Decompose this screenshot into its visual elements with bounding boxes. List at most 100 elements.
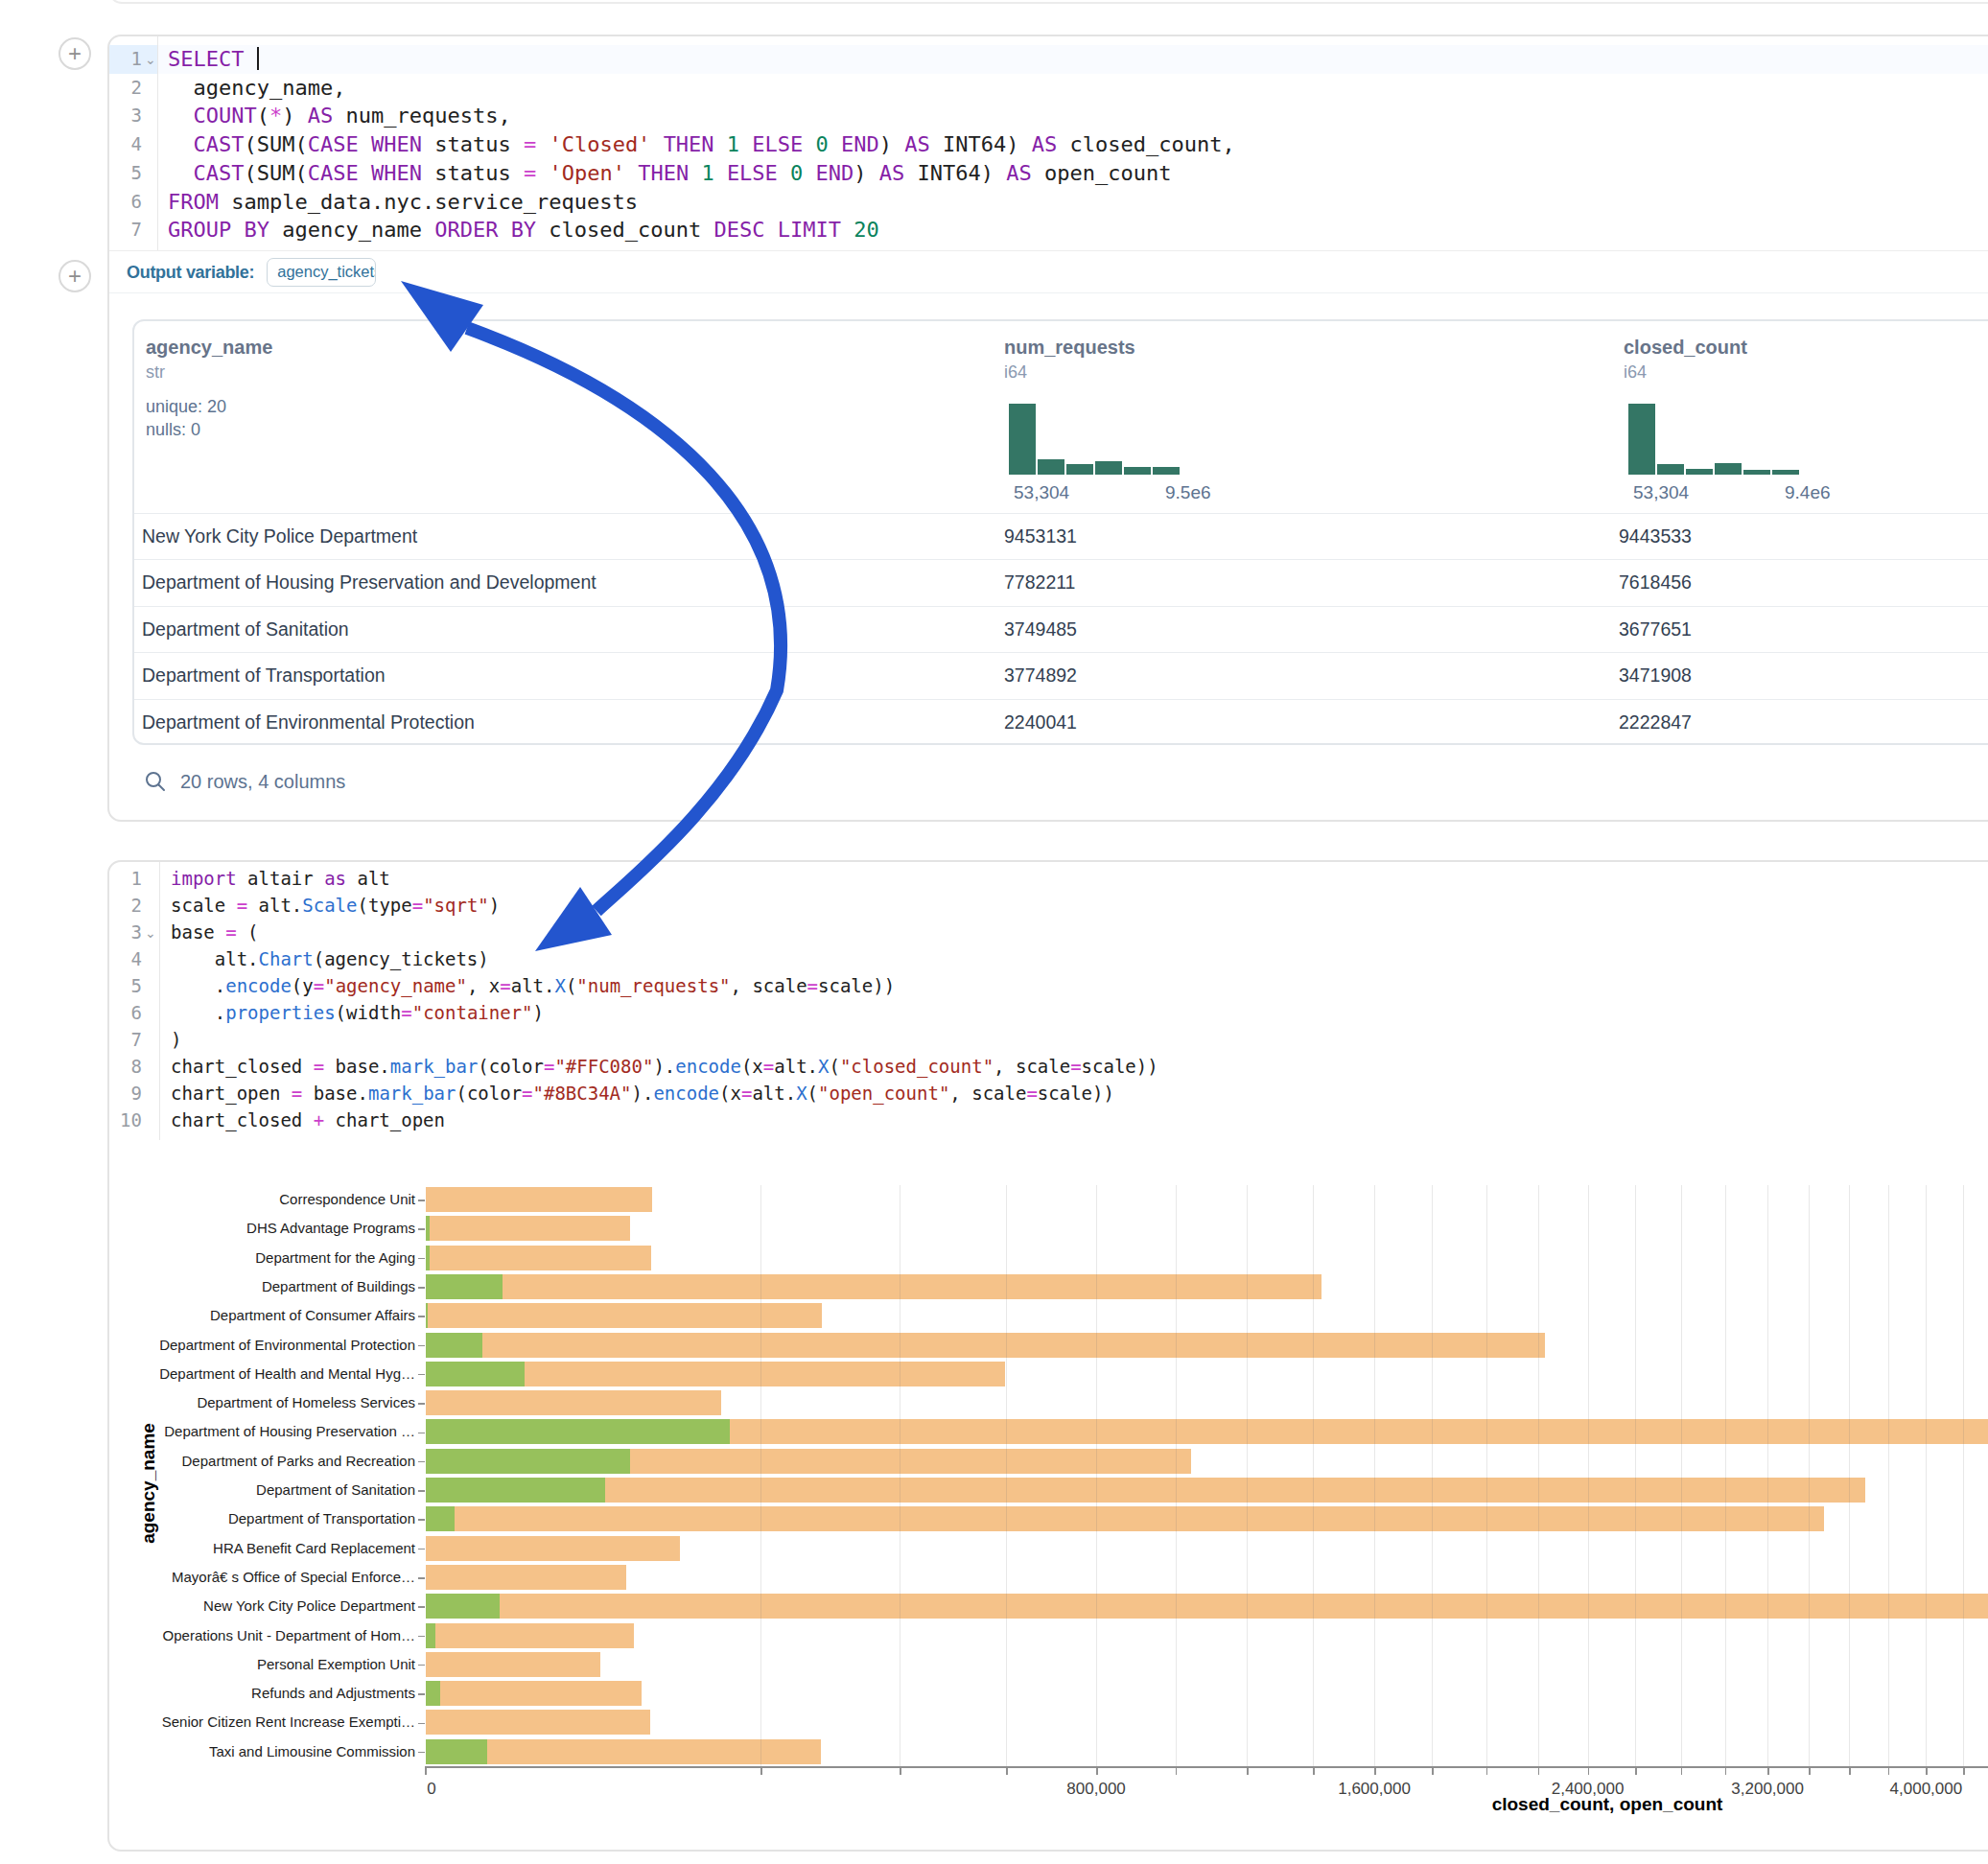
- table-cell: 3471908: [1619, 653, 1692, 698]
- column-header-agency_name[interactable]: agency_name: [146, 337, 272, 359]
- code-line-7[interactable]: 7): [109, 1026, 1988, 1053]
- bar-open-count: [426, 1478, 605, 1503]
- x-axis-tick: [900, 1768, 901, 1775]
- table-cell: 2222847: [1619, 700, 1692, 745]
- chart-bar-row: [425, 1679, 1988, 1708]
- chart-x-axis: [425, 1766, 1988, 1768]
- line-number: 2: [109, 892, 157, 919]
- code-line-5[interactable]: 5 CAST(SUM(CASE WHEN status = 'Open' THE…: [109, 159, 1988, 188]
- search-icon[interactable]: [144, 770, 167, 793]
- bar-open-count: [426, 1333, 482, 1358]
- gridline: [1681, 1185, 1682, 1766]
- code-line-2[interactable]: 2 agency_name,: [109, 74, 1988, 103]
- table-body: New York City Police Department945313194…: [134, 513, 1988, 745]
- table-cell: 3677651: [1619, 607, 1692, 652]
- histogram-num_requests: [1009, 404, 1180, 475]
- bar-open-count: [426, 1623, 435, 1648]
- table-cell: Department of Environmental Protection: [142, 700, 475, 745]
- table-footer-text: 20 rows, 4 columns: [180, 771, 345, 793]
- code-text: SELECT: [157, 45, 259, 74]
- bar-closed-count: [426, 1681, 642, 1706]
- output-variable-chip[interactable]: agency_tickets: [267, 258, 376, 287]
- y-axis-label: Personal Exemption Unit: [118, 1650, 415, 1679]
- chart-bar-row: [425, 1737, 1988, 1766]
- table-row[interactable]: Department of Environmental Protection 22…: [134, 699, 1988, 745]
- bar-closed-count: [426, 1623, 634, 1648]
- line-number: 9: [109, 1080, 157, 1107]
- add-cell-button-top[interactable]: +: [58, 37, 91, 70]
- text-cursor: [257, 47, 259, 70]
- gridline: [1963, 1185, 1964, 1766]
- bar-closed-count: [426, 1506, 1824, 1531]
- table-cell: Department of Sanitation: [142, 607, 349, 652]
- sql-code-editor[interactable]: 1⌄SELECT 2 agency_name,3 COUNT(*) AS num…: [109, 45, 1988, 245]
- code-line-10[interactable]: 10chart_closed + chart_open: [109, 1107, 1988, 1133]
- altair-chart: Correspondence UnitDHS Advantage Program…: [425, 1185, 1988, 1766]
- line-number: 4: [109, 945, 157, 972]
- y-axis-tick: [418, 1519, 425, 1521]
- x-axis-tick: [1006, 1768, 1008, 1775]
- column-header-closed_count[interactable]: closed_count: [1624, 337, 1747, 359]
- add-cell-button-output[interactable]: +: [58, 260, 91, 292]
- chart-bar-row: [425, 1592, 1988, 1620]
- histogram-min-label: 53,304: [1014, 482, 1069, 503]
- code-line-6[interactable]: 6 .properties(width="container"): [109, 999, 1988, 1026]
- y-axis-label: Department of Environmental Protection: [118, 1331, 415, 1360]
- line-number: 1: [109, 865, 157, 892]
- bar-closed-count: [426, 1478, 1865, 1503]
- bar-closed-count: [426, 1303, 822, 1328]
- table-row[interactable]: Department of Transportation 3774892 34719…: [134, 652, 1988, 698]
- column-header-num_requests[interactable]: num_requests: [1004, 337, 1135, 359]
- code-line-4[interactable]: 4 CAST(SUM(CASE WHEN status = 'Closed' T…: [109, 130, 1988, 159]
- line-number: 7: [109, 216, 157, 245]
- y-axis-tick: [418, 1693, 425, 1695]
- table-row[interactable]: Department of Sanitation37494853677651: [134, 606, 1988, 652]
- y-axis-tick: [418, 1490, 425, 1492]
- bar-closed-count: [426, 1246, 651, 1270]
- code-line-1[interactable]: 1import altair as alt: [109, 865, 1988, 892]
- code-line-4[interactable]: 4 alt.Chart(agency_tickets): [109, 945, 1988, 972]
- gridline: [1313, 1185, 1314, 1766]
- chart-bar-row: [425, 1301, 1988, 1330]
- fold-chevron-icon[interactable]: ⌄: [145, 46, 156, 75]
- x-axis-tick-label: 800,000: [1066, 1780, 1125, 1799]
- bar-closed-count: [426, 1333, 1545, 1358]
- gridline: [1725, 1185, 1726, 1766]
- y-axis-label: Department of Transportation: [118, 1504, 415, 1533]
- code-line-6[interactable]: 6FROM sample_data.nyc.service_requests: [109, 188, 1988, 217]
- gridline: [1247, 1185, 1248, 1766]
- x-axis-tick-label: 0: [427, 1780, 435, 1799]
- column-type: i64: [1004, 362, 1027, 383]
- column-stat: nulls: 0: [146, 420, 200, 440]
- y-axis-label: DHS Advantage Programs: [118, 1214, 415, 1243]
- chart-y-axis-title: agency_name: [138, 1423, 159, 1544]
- code-line-1[interactable]: 1⌄SELECT: [109, 45, 1988, 74]
- chart-bar-row: [425, 1272, 1988, 1301]
- code-line-3[interactable]: 3⌄base = (: [109, 919, 1988, 945]
- y-axis-label: Department of Sanitation: [118, 1476, 415, 1504]
- column-stat: unique: 20: [146, 397, 226, 417]
- table-row[interactable]: New York City Police Department945313194…: [134, 513, 1988, 559]
- bar-open-count: [426, 1506, 455, 1531]
- table-cell: 3774892: [1004, 653, 1077, 698]
- gridline: [1849, 1185, 1850, 1766]
- x-axis-tick: [1432, 1768, 1434, 1775]
- code-line-2[interactable]: 2scale = alt.Scale(type="sqrt"): [109, 892, 1988, 919]
- python-code-editor[interactable]: 1import altair as alt2scale = alt.Scale(…: [109, 865, 1988, 1133]
- y-axis-tick: [418, 1374, 425, 1376]
- bar-closed-count: [426, 1187, 652, 1212]
- code-line-7[interactable]: 7GROUP BY agency_name ORDER BY closed_co…: [109, 216, 1988, 245]
- table-cell: Department of Transportation: [142, 653, 386, 698]
- table-cell: 2240041: [1004, 700, 1077, 745]
- x-axis-tick: [1635, 1768, 1637, 1775]
- fold-chevron-icon[interactable]: ⌄: [145, 920, 156, 946]
- table-row[interactable]: Department of Housing Preservation and D…: [134, 559, 1988, 605]
- code-line-8[interactable]: 8chart_closed = base.mark_bar(color="#FF…: [109, 1053, 1988, 1080]
- x-axis-tick-label: 4,000,000: [1890, 1780, 1963, 1799]
- code-text: COUNT(*) AS num_requests,: [157, 102, 511, 130]
- code-line-5[interactable]: 5 .encode(y="agency_name", x=alt.X("num_…: [109, 972, 1988, 999]
- code-line-3[interactable]: 3 COUNT(*) AS num_requests,: [109, 102, 1988, 130]
- bar-open-count: [426, 1246, 430, 1270]
- x-axis-tick: [1538, 1768, 1540, 1775]
- code-line-9[interactable]: 9chart_open = base.mark_bar(color="#8BC3…: [109, 1080, 1988, 1107]
